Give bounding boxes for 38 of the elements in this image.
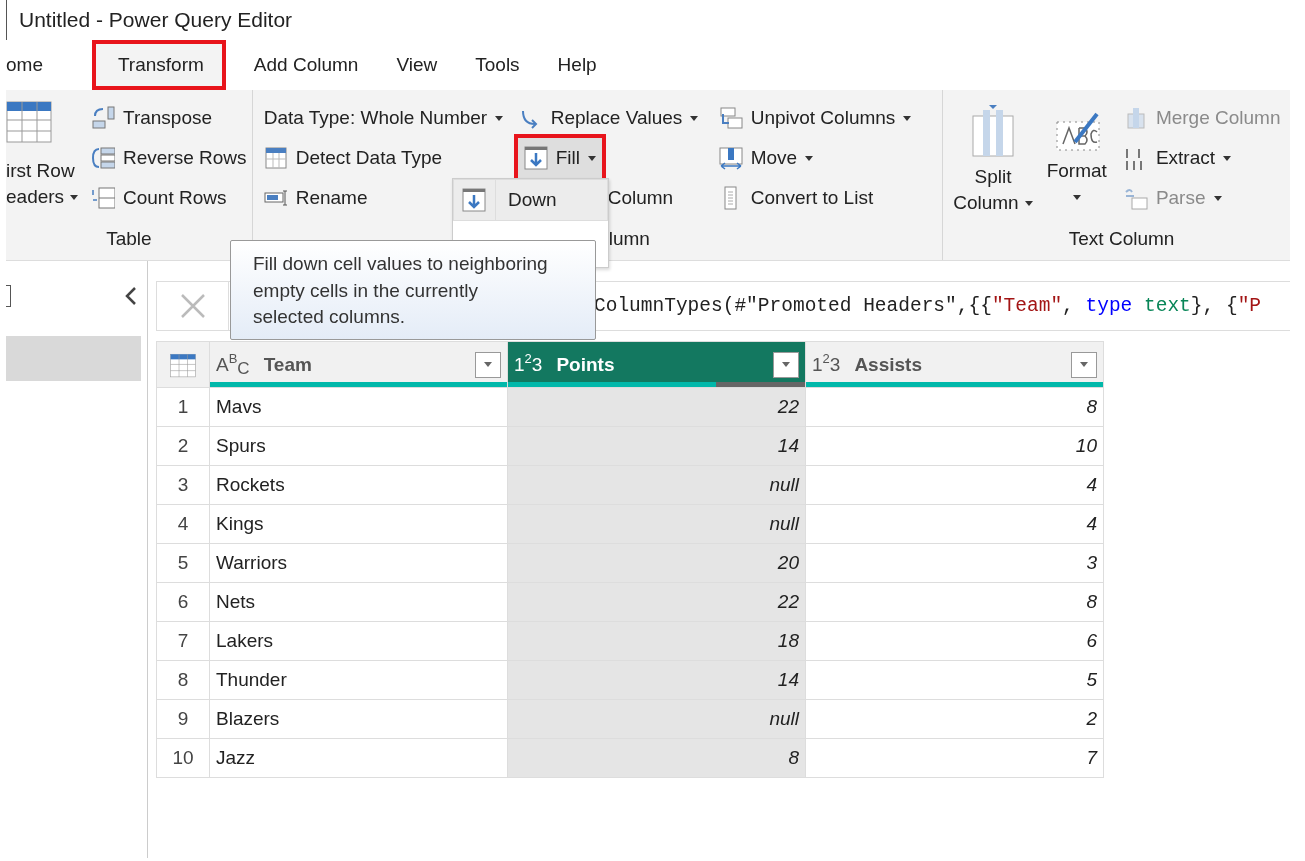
table-cell: null (508, 466, 806, 505)
row-number: 9 (156, 700, 210, 739)
table-cell: null (508, 700, 806, 739)
table-cell: 7 (806, 739, 1104, 778)
table-cell: 2 (806, 700, 1104, 739)
table-cell: 22 (508, 583, 806, 622)
table-cell: 14 (508, 427, 806, 466)
row-number: 2 (156, 427, 210, 466)
table-cell: 8 (806, 583, 1104, 622)
column-name: Assists (854, 353, 923, 376)
tooltip: Fill down cell values to neighboring empty cells in the currently selected columns. (230, 240, 596, 340)
table-cell: 8 (806, 388, 1104, 427)
row-number: 4 (156, 505, 210, 544)
column-name: Points (556, 353, 616, 376)
table-cell: 4 (806, 505, 1104, 544)
table-cell: 3 (806, 544, 1104, 583)
table-cell: null (508, 505, 806, 544)
row-number: 3 (156, 466, 210, 505)
row-number: 1 (156, 388, 210, 427)
column-name: Team (263, 353, 313, 376)
table-cell: 6 (806, 622, 1104, 661)
table-cell: 10 (806, 427, 1104, 466)
table-cell: 14 (508, 661, 806, 700)
group-label: Table (105, 227, 153, 251)
row-number: 5 (156, 544, 210, 583)
table-cell: 22 (508, 388, 806, 427)
table-cell: 4 (806, 466, 1104, 505)
table-cell: Jazz (210, 739, 508, 778)
table-cell: 5 (806, 661, 1104, 700)
table-cell: 8 (508, 739, 806, 778)
table-cell: 18 (508, 622, 806, 661)
group-label: Text Column (1067, 227, 1176, 251)
group-label: lumn (607, 227, 651, 251)
row-number: 6 (156, 583, 210, 622)
table-cell: 20 (508, 544, 806, 583)
row-number: 8 (156, 661, 210, 700)
row-number: 7 (156, 622, 210, 661)
row-number: 10 (156, 739, 210, 778)
